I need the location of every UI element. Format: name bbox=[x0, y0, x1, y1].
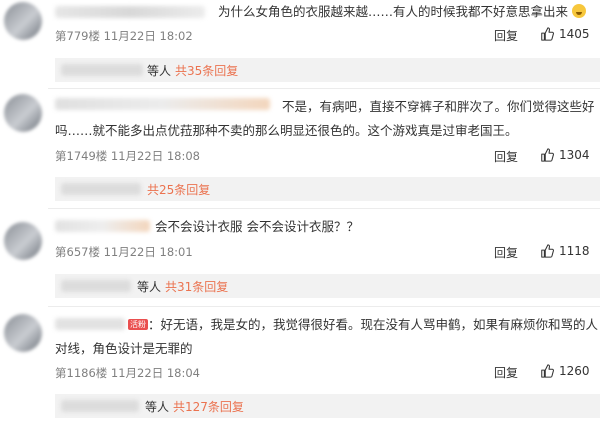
comment-3: 会不会设计衣服 会不会设计衣服？？ 第657楼 11月22日 18:01 回复 … bbox=[0, 212, 600, 304]
reply-button[interactable]: 回复 bbox=[494, 148, 518, 165]
like-count: 1304 bbox=[559, 148, 590, 162]
username-blurred[interactable] bbox=[55, 98, 270, 110]
thumbs-up-icon bbox=[541, 148, 554, 162]
like-count: 1260 bbox=[559, 364, 590, 378]
comment-meta: 第779楼 11月22日 18:02 bbox=[55, 29, 193, 43]
sub-replies-link[interactable]: 共127条回复 bbox=[173, 398, 244, 415]
comment-1: 为什么女角色的衣服越来越……有人的时候我都不好意思拿出来 第779楼 11月22… bbox=[0, 0, 600, 86]
comment-2: 不是，有病吧，直接不穿裤子和胖次了。你们觉得这些好 吗……就不能多出点优菈那种不… bbox=[0, 92, 600, 204]
user-avatar-icon[interactable] bbox=[4, 222, 42, 260]
thumbs-up-icon bbox=[541, 27, 554, 41]
like-button[interactable]: 1304 bbox=[540, 148, 590, 162]
sub-replier-blurred bbox=[61, 64, 143, 76]
username-blurred[interactable] bbox=[55, 318, 125, 330]
divider bbox=[48, 306, 600, 307]
like-button[interactable]: 1118 bbox=[540, 244, 590, 258]
comment-text: 为什么女角色的衣服越来越……有人的时候我都不好意思拿出来 bbox=[218, 0, 586, 23]
comment-text: 会不会设计衣服 会不会设计衣服？？ bbox=[155, 219, 359, 234]
comment-text-2: 吗……就不能多出点优菈那种不卖的那么明显还很色的。这个游戏真是过审老国王。 bbox=[55, 123, 518, 138]
sub-replier-blurred bbox=[61, 183, 141, 195]
thumbs-up-icon bbox=[541, 364, 554, 378]
user-avatar-icon[interactable] bbox=[4, 94, 42, 132]
reply-button[interactable]: 回复 bbox=[494, 27, 518, 44]
username-blurred[interactable] bbox=[55, 220, 150, 232]
like-count: 1405 bbox=[559, 27, 590, 41]
sub-replies-people: 等人 bbox=[147, 64, 172, 78]
sub-replies-link[interactable]: 共31条回复 bbox=[165, 278, 228, 295]
sub-replies-bar: 等人 共35条回复 bbox=[55, 58, 600, 82]
shy-emoji-icon bbox=[572, 4, 586, 18]
divider bbox=[48, 208, 600, 209]
comment-meta: 第1186楼 11月22日 18:04 bbox=[55, 366, 200, 380]
sub-replies-link[interactable]: 共25条回复 bbox=[147, 181, 210, 198]
fan-badge: 活粉 bbox=[128, 319, 148, 330]
comment-4: 活粉 ：好无语，我是女的，我觉得很好看。现在没有人骂申鹤，如果有麻烦你和骂的人 对… bbox=[0, 310, 600, 427]
sub-replies-people: 等人 bbox=[137, 280, 162, 294]
comment-text: 不是，有病吧，直接不穿裤子和胖次了。你们觉得这些好 bbox=[282, 99, 595, 114]
reply-button[interactable]: 回复 bbox=[494, 244, 518, 261]
divider bbox=[48, 88, 600, 89]
like-button[interactable]: 1260 bbox=[540, 364, 590, 378]
sub-replies-link[interactable]: 共35条回复 bbox=[175, 62, 238, 79]
sub-replier-blurred bbox=[61, 280, 131, 292]
user-avatar-icon[interactable] bbox=[4, 314, 42, 352]
comment-text-2: 对线，角色设计是无罪的 bbox=[55, 341, 193, 356]
thumbs-up-icon bbox=[541, 244, 554, 258]
username-blurred[interactable] bbox=[55, 6, 205, 18]
like-button[interactable]: 1405 bbox=[540, 27, 590, 41]
sub-replies-bar: 等人 共127条回复 bbox=[55, 394, 600, 418]
sub-replies-people: 等人 bbox=[145, 400, 170, 414]
user-avatar-icon[interactable] bbox=[4, 2, 42, 40]
reply-button[interactable]: 回复 bbox=[494, 364, 518, 381]
like-count: 1118 bbox=[559, 244, 590, 258]
comment-text: 活粉 ：好无语，我是女的，我觉得很好看。现在没有人骂申鹤，如果有麻烦你和骂的人 bbox=[128, 317, 599, 332]
sub-replier-blurred bbox=[61, 400, 139, 412]
comment-meta: 第1749楼 11月22日 18:08 bbox=[55, 149, 200, 163]
sub-replies-bar: 等人 共31条回复 bbox=[55, 274, 600, 298]
sub-replies-bar: 共25条回复 bbox=[55, 177, 600, 201]
comment-meta: 第657楼 11月22日 18:01 bbox=[55, 245, 193, 259]
